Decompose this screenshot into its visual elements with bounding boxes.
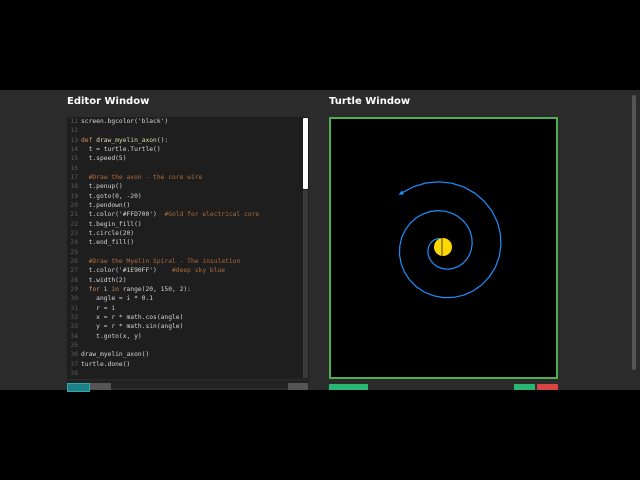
turtle-canvas bbox=[329, 117, 558, 379]
line-number: 21 bbox=[70, 211, 78, 219]
line-code: angle = i * 0.1 bbox=[81, 295, 154, 303]
code-line[interactable]: 21 t.color('#FFD700') #Gold for electric… bbox=[67, 210, 297, 219]
line-number: 23 bbox=[70, 229, 78, 237]
line-code: t.speed(5) bbox=[81, 155, 127, 163]
line-number: 27 bbox=[70, 267, 78, 275]
line-code: y = r * math.sin(angle) bbox=[81, 323, 184, 331]
code-line[interactable]: 27 t.color('#1E90FF') #deep sky blue bbox=[67, 266, 297, 275]
code-line[interactable]: 19 t.goto(0, -20) bbox=[67, 192, 297, 201]
code-line[interactable]: 16 bbox=[67, 164, 297, 173]
line-number: 28 bbox=[70, 276, 78, 284]
line-code: t.goto(0, -20) bbox=[81, 192, 142, 200]
code-line[interactable]: 24 t.end_fill() bbox=[67, 238, 297, 247]
line-number: 13 bbox=[70, 136, 78, 144]
turtle-left-button[interactable] bbox=[329, 384, 368, 390]
line-code: r = i bbox=[81, 304, 116, 312]
line-number: 31 bbox=[70, 304, 78, 312]
line-number: 22 bbox=[70, 220, 78, 228]
code-line[interactable]: 35 bbox=[67, 341, 297, 350]
editor-scroll-thumb[interactable] bbox=[303, 118, 308, 189]
line-code: t.penup() bbox=[81, 183, 123, 191]
line-number: 35 bbox=[70, 341, 78, 349]
code-line[interactable]: 28 t.width(2) bbox=[67, 276, 297, 285]
line-number: 12 bbox=[70, 127, 78, 135]
code-line[interactable]: 15 t.speed(5) bbox=[67, 154, 297, 163]
line-number: 38 bbox=[70, 369, 78, 377]
code-line[interactable]: 22 t.begin_fill() bbox=[67, 220, 297, 229]
line-code: for i in range(20, 150, 2): bbox=[88, 285, 191, 293]
line-number: 33 bbox=[70, 323, 78, 331]
line-number: 16 bbox=[70, 164, 78, 172]
code-line[interactable]: 36 draw_myelin_axon() bbox=[67, 350, 297, 359]
line-number: 20 bbox=[70, 201, 78, 209]
line-number: 37 bbox=[70, 360, 78, 368]
editor-window-title: Editor Window bbox=[67, 96, 150, 107]
code-line[interactable]: 23 t.circle(20) bbox=[67, 229, 297, 238]
code-line[interactable]: 18 t.penup() bbox=[67, 182, 297, 191]
code-line[interactable]: 34 t.goto(x, y) bbox=[67, 332, 297, 341]
line-code: t = turtle.Turtle() bbox=[81, 145, 161, 153]
line-number: 36 bbox=[70, 351, 78, 359]
line-number: 15 bbox=[70, 155, 78, 163]
code-line[interactable]: 14 t = turtle.Turtle() bbox=[67, 145, 297, 154]
line-code: draw_myelin_axon() bbox=[81, 351, 150, 359]
line-number: 18 bbox=[70, 183, 78, 191]
turtle-green-button[interactable] bbox=[514, 384, 535, 390]
line-code: screen.bgcolor('black') bbox=[81, 118, 169, 125]
editor-scroll-track bbox=[303, 190, 308, 378]
line-number: 34 bbox=[70, 332, 78, 340]
line-number: 25 bbox=[70, 248, 78, 256]
page-scrollbar[interactable] bbox=[632, 95, 636, 370]
line-code: turtle.done() bbox=[81, 360, 131, 368]
editor-right-button[interactable] bbox=[288, 383, 308, 390]
turtle-drawing bbox=[398, 181, 502, 299]
code-line[interactable]: 30 angle = i * 0.1 bbox=[67, 294, 297, 303]
myelin-spiral bbox=[398, 181, 502, 299]
line-number: 26 bbox=[70, 257, 78, 265]
code-line[interactable]: 31 r = i bbox=[67, 304, 297, 313]
line-code: #Draw the Myelin Spiral - The insulation bbox=[88, 257, 241, 265]
line-code: def draw_myelin_axon(): bbox=[81, 136, 169, 144]
code-line[interactable]: 38 bbox=[67, 369, 297, 378]
code-line[interactable]: 29 for i in range(20, 150, 2): bbox=[67, 285, 297, 294]
run-button[interactable] bbox=[67, 383, 90, 392]
code-line[interactable]: 33 y = r * math.sin(angle) bbox=[67, 322, 297, 331]
code-line[interactable]: 13 def draw_myelin_axon(): bbox=[67, 136, 297, 145]
line-code: t.circle(20) bbox=[81, 229, 135, 237]
code-line[interactable]: 25 bbox=[67, 248, 297, 257]
axon-core bbox=[434, 238, 452, 256]
turtle-stop-button[interactable] bbox=[537, 384, 558, 390]
line-code: t.width(2) bbox=[81, 276, 127, 284]
line-number: 11 bbox=[70, 118, 78, 125]
turtle-window-title: Turtle Window bbox=[329, 96, 411, 107]
code-line[interactable]: 32 x = r * math.cos(angle) bbox=[67, 313, 297, 322]
code-lines[interactable]: 11 screen.bgcolor('black') 12 13 def draw_my… bbox=[67, 117, 297, 378]
line-code: t.goto(x, y) bbox=[81, 332, 142, 340]
code-line[interactable]: 11 screen.bgcolor('black') bbox=[67, 117, 297, 126]
line-number: 14 bbox=[70, 145, 78, 153]
line-code: t.begin_fill() bbox=[81, 220, 142, 228]
code-editor[interactable]: 11 screen.bgcolor('black') 12 13 def draw_my… bbox=[67, 117, 309, 379]
code-line[interactable]: 26 #Draw the Myelin Spiral - The insulat… bbox=[67, 257, 297, 266]
line-number: 29 bbox=[70, 285, 78, 293]
code-line[interactable]: 12 bbox=[67, 126, 297, 135]
editor-secondary-button[interactable] bbox=[90, 383, 111, 390]
code-line[interactable]: 17 #Draw the axon - the core wire bbox=[67, 173, 297, 182]
line-number: 24 bbox=[70, 239, 78, 247]
line-code: t.pendown() bbox=[81, 201, 131, 209]
line-code: t.color('#FFD700') #Gold for electrical … bbox=[81, 211, 260, 219]
line-number: 30 bbox=[70, 295, 78, 303]
line-code: t.end_fill() bbox=[81, 239, 135, 247]
line-code: x = r * math.cos(angle) bbox=[81, 313, 184, 321]
code-line[interactable]: 20 t.pendown() bbox=[67, 201, 297, 210]
line-code: t.color('#1E90FF') #deep sky blue bbox=[81, 267, 226, 275]
line-number: 19 bbox=[70, 192, 78, 200]
line-number: 32 bbox=[70, 313, 78, 321]
line-number: 17 bbox=[70, 173, 78, 181]
line-code: #Draw the axon - the core wire bbox=[88, 173, 203, 181]
code-line[interactable]: 37 turtle.done() bbox=[67, 360, 297, 369]
